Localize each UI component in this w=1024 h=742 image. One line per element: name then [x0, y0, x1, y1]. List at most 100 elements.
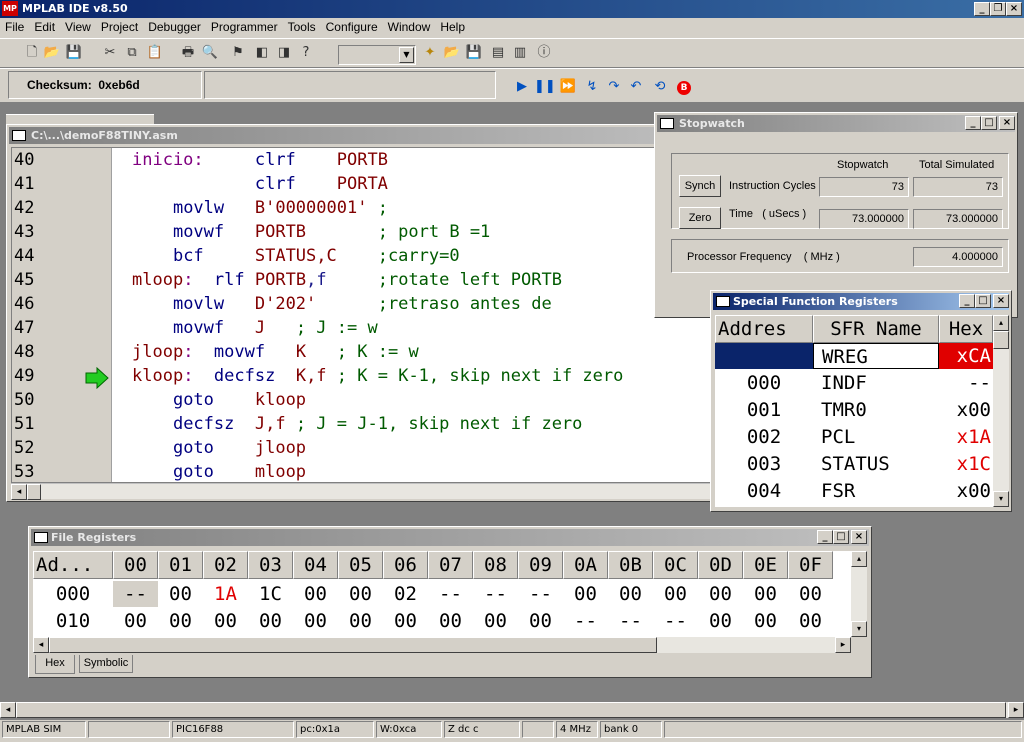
- sfr-header-name[interactable]: SFR Name: [813, 315, 939, 343]
- fileregs-header-cell[interactable]: 0C: [653, 551, 698, 579]
- prev-bookmark-icon[interactable]: ◧: [252, 43, 272, 63]
- frequency-value[interactable]: 4.000000: [913, 247, 1003, 267]
- print-icon[interactable]: 🖶: [178, 43, 198, 63]
- menu-project[interactable]: Project: [96, 18, 143, 36]
- menu-programmer[interactable]: Programmer: [206, 18, 283, 36]
- paste-icon[interactable]: 📋: [145, 43, 165, 63]
- menu-help[interactable]: Help: [435, 18, 470, 36]
- fileregs-cell[interactable]: 00: [473, 608, 518, 634]
- sfr-maximize[interactable]: □: [975, 294, 991, 308]
- help-icon[interactable]: ?: [296, 43, 316, 63]
- fileregs-cell[interactable]: 00: [158, 581, 203, 607]
- fileregs-cell[interactable]: 00: [293, 608, 338, 634]
- fileregs-cell[interactable]: --: [518, 581, 563, 607]
- breakpoint-icon[interactable]: B: [674, 77, 694, 97]
- find-icon[interactable]: 🔍: [200, 43, 220, 63]
- fileregs-cell[interactable]: 00: [698, 608, 743, 634]
- fileregs-header-cell[interactable]: 01: [158, 551, 203, 579]
- fileregs-header-cell[interactable]: 0E: [743, 551, 788, 579]
- scroll-right-arrow[interactable]: ▸: [835, 637, 851, 653]
- fileregs-header-cell[interactable]: 08: [473, 551, 518, 579]
- fileregs-header-cell[interactable]: 0D: [698, 551, 743, 579]
- fileregs-cell[interactable]: 00: [338, 581, 383, 607]
- fileregs-cell[interactable]: --: [473, 581, 518, 607]
- fileregs-cell[interactable]: 00: [518, 608, 563, 634]
- step-over-icon[interactable]: ↷: [604, 77, 624, 97]
- fileregs-header-cell[interactable]: 02: [203, 551, 248, 579]
- fileregs-cell[interactable]: 00: [248, 608, 293, 634]
- fileregs-cell[interactable]: 00: [563, 581, 608, 607]
- step-out-icon[interactable]: ↶: [626, 77, 646, 97]
- fileregs-cell[interactable]: --: [428, 581, 473, 607]
- stopwatch-close[interactable]: ×: [999, 116, 1015, 130]
- scroll-right-arrow[interactable]: ▸: [1008, 702, 1024, 718]
- menu-tools[interactable]: Tools: [283, 18, 321, 36]
- fileregs-cell[interactable]: 00: [788, 608, 833, 634]
- new-file-icon[interactable]: 🗋: [22, 43, 42, 63]
- scroll-left-arrow[interactable]: ◂: [0, 702, 16, 718]
- restore-button[interactable]: ❐: [990, 2, 1006, 16]
- info-icon[interactable]: ⓘ: [534, 43, 554, 63]
- scroll-thumb[interactable]: [27, 484, 41, 500]
- new-project-icon[interactable]: ✦: [420, 43, 440, 63]
- rebuild-icon[interactable]: ▥: [510, 43, 530, 63]
- scroll-thumb[interactable]: [49, 637, 657, 653]
- fileregs-maximize[interactable]: □: [833, 530, 849, 544]
- fileregs-header-cell[interactable]: 06: [383, 551, 428, 579]
- fileregs-cell[interactable]: 00: [113, 608, 158, 634]
- sfr-header-address[interactable]: Addres: [715, 315, 813, 343]
- fileregs-cell[interactable]: --: [563, 608, 608, 634]
- sfr-vscroll[interactable]: ▴ ▾: [993, 315, 1009, 507]
- halt-icon[interactable]: ❚❚: [534, 77, 556, 97]
- tab-hex[interactable]: Hex: [35, 655, 75, 674]
- open-project-icon[interactable]: 📂: [442, 43, 462, 63]
- menu-file[interactable]: File: [0, 18, 29, 36]
- fileregs-close[interactable]: ×: [851, 530, 867, 544]
- fileregs-header-cell[interactable]: 09: [518, 551, 563, 579]
- fileregs-cell[interactable]: 00: [383, 608, 428, 634]
- animate-icon[interactable]: ⏩: [558, 77, 578, 97]
- fileregs-cell[interactable]: 00: [428, 608, 473, 634]
- scroll-up-arrow[interactable]: ▴: [993, 315, 1009, 331]
- fileregs-cell[interactable]: 00: [698, 581, 743, 607]
- scroll-thumb[interactable]: [993, 331, 1009, 349]
- fileregs-header-cell[interactable]: 03: [248, 551, 293, 579]
- fileregs-cell[interactable]: 00: [338, 608, 383, 634]
- menu-debugger[interactable]: Debugger: [143, 18, 206, 36]
- step-into-icon[interactable]: ↯: [582, 77, 602, 97]
- fileregs-minimize[interactable]: _: [817, 530, 833, 544]
- fileregs-cell[interactable]: 00: [743, 608, 788, 634]
- fileregs-cell[interactable]: 00: [743, 581, 788, 607]
- copy-icon[interactable]: ⧉: [122, 43, 142, 63]
- fileregs-cell[interactable]: 00: [608, 581, 653, 607]
- fileregs-cell[interactable]: 00: [293, 581, 338, 607]
- sfr-close[interactable]: ×: [993, 294, 1009, 308]
- minimize-button[interactable]: _: [974, 2, 990, 16]
- fileregs-cell[interactable]: 00: [788, 581, 833, 607]
- workspace-hscroll[interactable]: ◂ ▸: [0, 702, 1024, 718]
- fileregs-cell[interactable]: --: [608, 608, 653, 634]
- scroll-thumb[interactable]: [16, 702, 1006, 718]
- bookmark-icon[interactable]: ⚑: [228, 43, 248, 63]
- menu-configure[interactable]: Configure: [321, 18, 383, 36]
- next-bookmark-icon[interactable]: ◨: [274, 43, 294, 63]
- fileregs-cell[interactable]: 00: [653, 581, 698, 607]
- fileregs-hscroll[interactable]: ◂ ▸: [33, 637, 851, 653]
- fileregs-header-cell[interactable]: Ad...: [33, 551, 113, 579]
- fileregs-cell[interactable]: 00: [158, 608, 203, 634]
- menu-window[interactable]: Window: [383, 18, 436, 36]
- fileregs-header-cell[interactable]: 05: [338, 551, 383, 579]
- sfr-minimize[interactable]: _: [959, 294, 975, 308]
- scroll-down-arrow[interactable]: ▾: [993, 491, 1009, 507]
- open-folder-icon[interactable]: 📂: [42, 43, 62, 63]
- menu-view[interactable]: View: [60, 18, 96, 36]
- stopwatch-minimize[interactable]: _: [965, 116, 981, 130]
- fileregs-header-cell[interactable]: 0A: [563, 551, 608, 579]
- scroll-left-arrow[interactable]: ◂: [11, 484, 27, 500]
- stopwatch-maximize[interactable]: □: [981, 116, 997, 130]
- close-button[interactable]: ×: [1006, 2, 1022, 16]
- fileregs-cell[interactable]: 00: [203, 608, 248, 634]
- scroll-down-arrow[interactable]: ▾: [851, 621, 867, 637]
- zero-button[interactable]: Zero: [679, 207, 721, 229]
- fileregs-cell[interactable]: --: [653, 608, 698, 634]
